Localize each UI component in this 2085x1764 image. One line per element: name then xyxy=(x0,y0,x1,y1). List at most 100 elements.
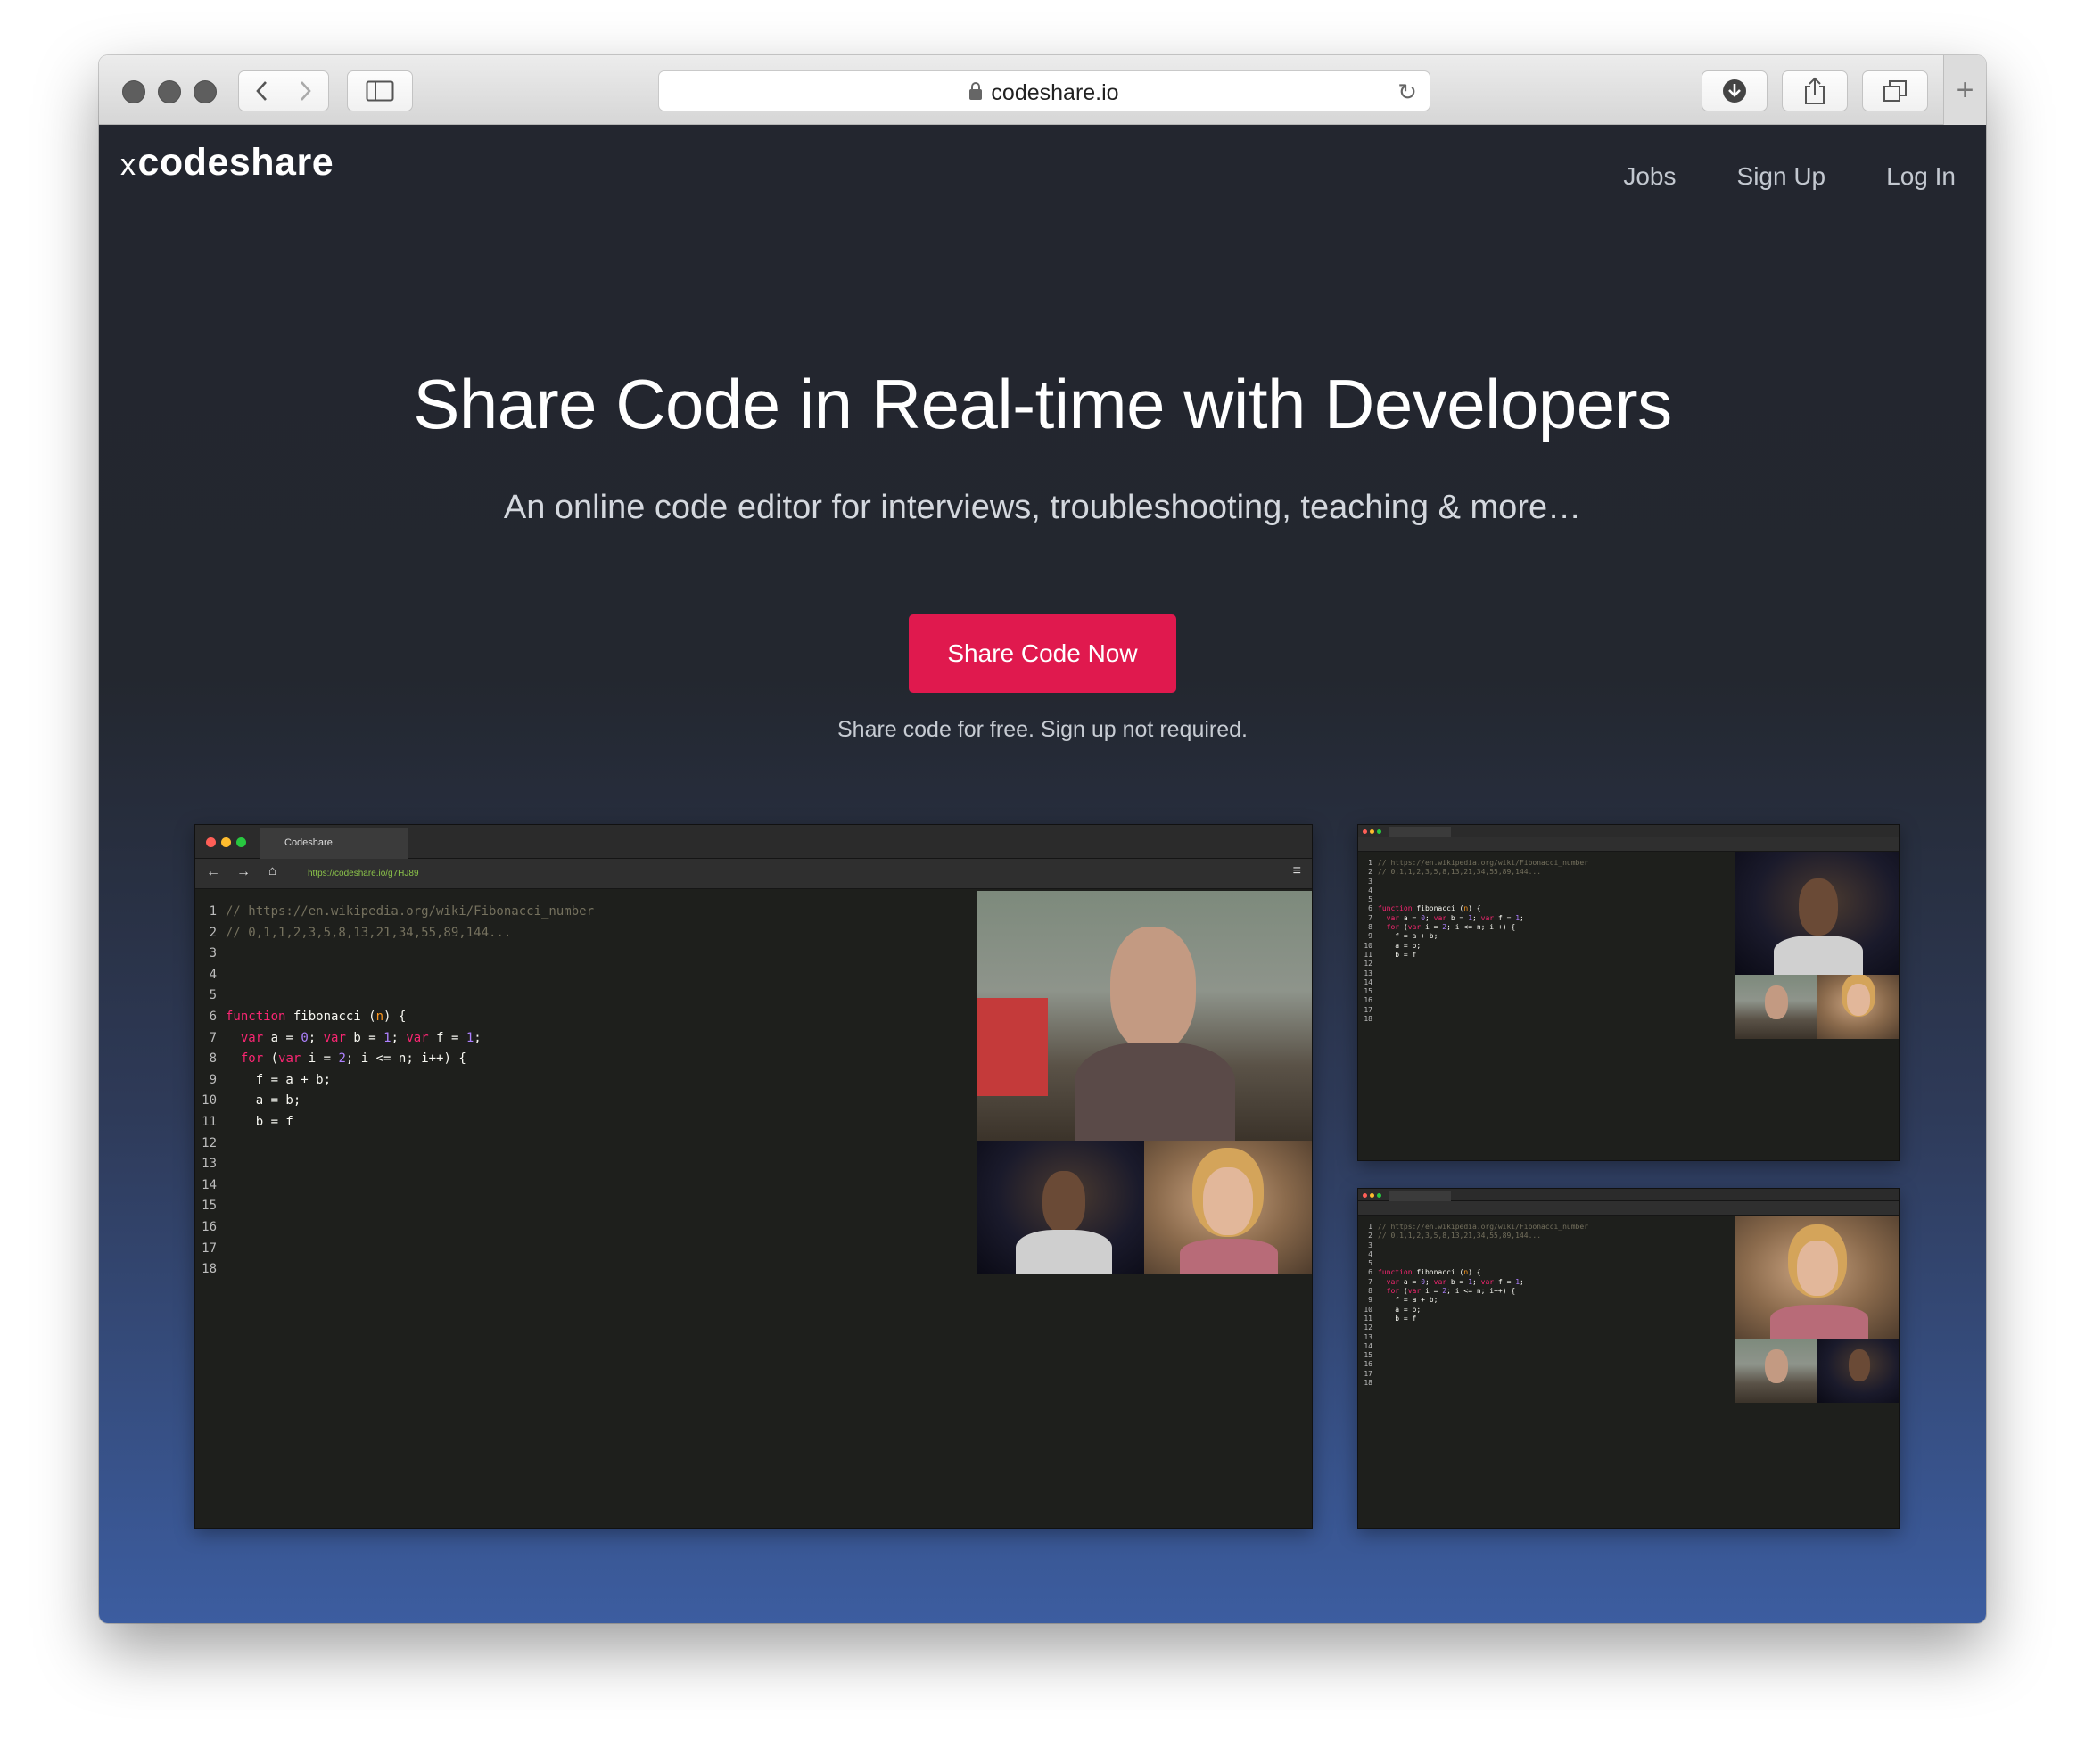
video-tile-woman xyxy=(1144,1141,1312,1274)
line-number: 18 xyxy=(1364,1015,1372,1024)
preview-tab-title: Codeshare xyxy=(284,837,333,848)
line-number: 18 xyxy=(1364,1379,1372,1388)
code-line: var a = 0; var b = 1; var f = 1; xyxy=(240,1030,482,1045)
line-number: 12 xyxy=(202,1135,217,1150)
line-number: 14 xyxy=(1364,977,1372,986)
line-number: 9 xyxy=(209,1072,217,1087)
line-number: 15 xyxy=(1364,1351,1372,1360)
line-number: 6 xyxy=(209,1009,217,1024)
share-icon xyxy=(1805,77,1825,104)
line-number: 7 xyxy=(1368,913,1372,922)
code-line: f = a + b; xyxy=(1378,1296,1438,1305)
preview-home-icon: ⌂ xyxy=(268,863,277,878)
tabs-icon xyxy=(1883,80,1907,102)
logo-text: codeshare xyxy=(137,141,334,184)
line-number: 17 xyxy=(1364,1005,1372,1014)
back-button[interactable] xyxy=(239,71,284,111)
downloads-button[interactable] xyxy=(1702,70,1768,111)
preview-code: // https://en.wikipedia.org/wiki/Fibonac… xyxy=(226,902,594,1281)
editor-preview-main: Codeshare ← → ⌂ https://codeshare.io/g7H… xyxy=(194,824,1313,1529)
line-number: 4 xyxy=(1368,1249,1372,1258)
address-bar[interactable]: codeshare.io ↻ xyxy=(658,70,1430,111)
line-number: 6 xyxy=(1368,1268,1372,1277)
line-number: 6 xyxy=(1368,904,1372,913)
reload-icon[interactable]: ↻ xyxy=(1397,78,1417,106)
minimize-window-button[interactable] xyxy=(158,80,181,103)
preview-gutter: 1 2 3 4 5 6 7 8 9 10 11 12 13 14 15 16 17 18 xyxy=(195,902,217,1281)
code-line: // https://en.wikipedia.org/wiki/Fibonac… xyxy=(1378,1223,1589,1231)
code-line: for (var i = 2; i <= n; i++) { xyxy=(240,1051,466,1067)
code-line: b = f xyxy=(1378,1314,1417,1323)
page: xcodeshare Jobs Sign Up Log In Share Cod… xyxy=(99,125,1986,1623)
forward-button[interactable] xyxy=(283,71,329,111)
video-tile-man-2 xyxy=(977,1141,1144,1274)
sidebar-toggle-button[interactable] xyxy=(347,70,413,111)
line-number: 10 xyxy=(1364,1305,1372,1314)
code-line: // 0,1,1,2,3,5,8,13,21,34,55,89,144... xyxy=(1378,868,1542,877)
line-number: 2 xyxy=(1368,1232,1372,1241)
nav-login-link[interactable]: Log In xyxy=(1886,162,1956,191)
line-number: 4 xyxy=(209,967,217,982)
nav-jobs-link[interactable]: Jobs xyxy=(1623,162,1676,191)
line-number: 10 xyxy=(202,1093,217,1109)
code-line: // 0,1,1,2,3,5,8,13,21,34,55,89,144... xyxy=(1378,1232,1542,1241)
line-number: 9 xyxy=(1368,932,1372,941)
share-button[interactable] xyxy=(1782,70,1848,111)
small-video-main xyxy=(1735,1216,1899,1339)
chevron-left-icon xyxy=(256,81,267,101)
line-number: 16 xyxy=(202,1219,217,1234)
new-tab-button[interactable]: + xyxy=(1943,55,1986,125)
line-number: 11 xyxy=(1364,950,1372,959)
line-number: 3 xyxy=(1368,877,1372,886)
tabs-overview-button[interactable] xyxy=(1862,70,1928,111)
preview-back-icon: ← xyxy=(206,864,220,879)
line-number: 13 xyxy=(1364,969,1372,977)
small-gutter: 1 2 3 4 5 6 7 8 9 10 11 12 13 14 15 16 17 18 xyxy=(1358,1223,1372,1388)
nav-signup-link[interactable]: Sign Up xyxy=(1737,162,1826,191)
hero-title: Share Code in Real-time with Developers xyxy=(413,365,1672,443)
window-controls xyxy=(122,80,217,103)
code-line: for (var i = 2; i <= n; i++) { xyxy=(1386,923,1516,932)
code-line: // https://en.wikipedia.org/wiki/Fibonac… xyxy=(226,904,595,919)
code-line: f = a + b; xyxy=(226,1072,332,1087)
code-line: function fibonacci (n) { xyxy=(1378,904,1481,913)
line-number: 15 xyxy=(202,1199,217,1214)
hero-subtitle: An online code editor for interviews, tr… xyxy=(503,489,1582,526)
zoom-window-button[interactable] xyxy=(194,80,217,103)
small-video-a xyxy=(1735,1339,1817,1403)
small-code: // https://en.wikipedia.org/wiki/Fibonac… xyxy=(1378,1223,1588,1388)
code-line: function fibonacci (n) { xyxy=(1378,1268,1481,1277)
close-window-button[interactable] xyxy=(122,80,145,103)
line-number: 17 xyxy=(202,1241,217,1256)
line-number: 3 xyxy=(1368,1241,1372,1249)
hero-note: Share code for free. Sign up not require… xyxy=(836,717,1248,742)
share-code-now-button[interactable]: Share Code Now xyxy=(909,614,1176,693)
preview-tabbar: Codeshare xyxy=(195,825,1312,859)
editor-preview-small-1: 1 2 3 4 5 6 7 8 9 10 11 12 13 14 15 16 17 18 // https://e… xyxy=(1357,824,1900,1161)
code-line: // https://en.wikipedia.org/wiki/Fibonac… xyxy=(1378,859,1589,867)
editor-preview-small-2: 1 2 3 4 5 6 7 8 9 10 11 12 13 14 15 16 17 18 // https://e… xyxy=(1357,1188,1900,1529)
site-logo[interactable]: xcodeshare xyxy=(120,141,334,185)
sidebar-icon xyxy=(366,80,394,102)
chevron-right-icon xyxy=(301,81,311,101)
preview-url: https://codeshare.io/g7HJ89 xyxy=(308,869,419,878)
line-number: 11 xyxy=(202,1114,217,1129)
code-line: function fibonacci (n) { xyxy=(226,1009,407,1024)
line-number: 9 xyxy=(1368,1296,1372,1305)
